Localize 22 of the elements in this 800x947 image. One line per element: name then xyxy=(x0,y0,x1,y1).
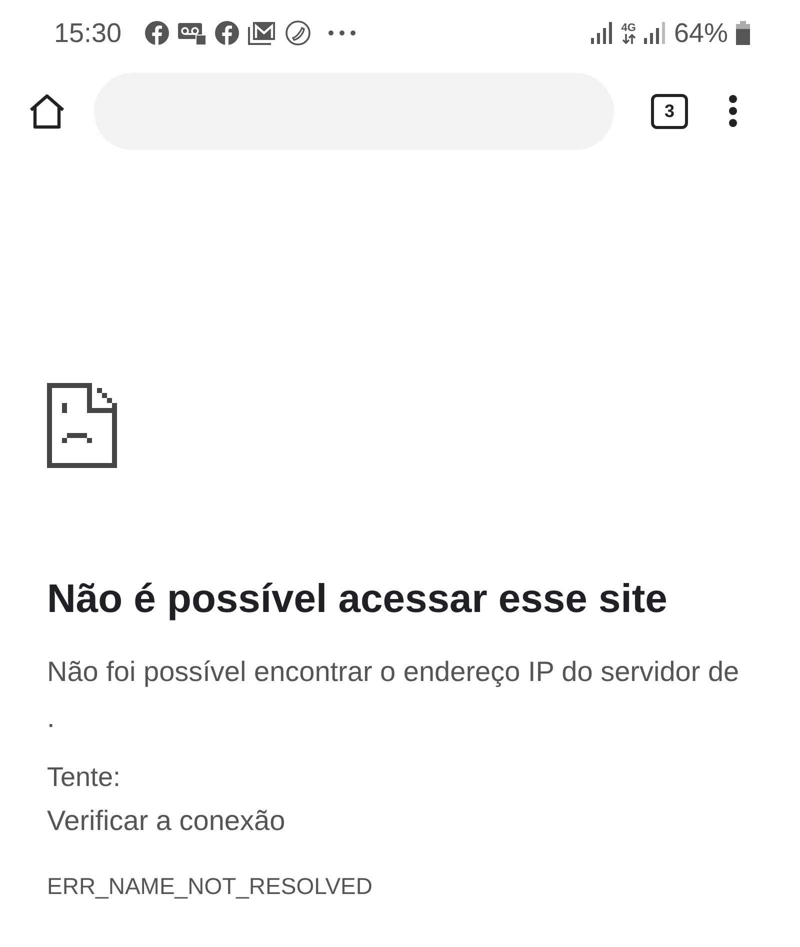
menu-icon[interactable] xyxy=(728,94,738,128)
status-time: 15:30 xyxy=(54,18,122,48)
facebook-icon xyxy=(214,21,239,45)
data-arrows-icon xyxy=(622,34,636,44)
error-code: ERR_NAME_NOT_RESOLVED xyxy=(47,873,374,900)
phone-icon xyxy=(284,20,311,46)
suggestion-text: Verificar a conexão xyxy=(47,804,286,838)
suggestion-label: Tente: xyxy=(47,761,122,794)
voicemail-icon xyxy=(178,21,206,45)
mail-icon xyxy=(248,21,276,45)
signal-icon xyxy=(591,22,614,44)
battery-icon xyxy=(736,21,750,45)
error-description: Não foi possível encontrar o endereço IP do servidor de . xyxy=(47,655,740,735)
signal-icon xyxy=(644,22,666,44)
more-icon xyxy=(328,30,356,36)
battery-percent: 64% xyxy=(674,18,728,48)
tab-switcher-button[interactable]: 3 xyxy=(651,94,688,128)
network-type: 4G xyxy=(621,22,636,34)
error-title: Não é possível acessar esse site xyxy=(47,576,668,623)
sad-page-icon xyxy=(47,383,117,468)
home-icon[interactable] xyxy=(28,93,66,129)
facebook-icon xyxy=(144,21,169,45)
